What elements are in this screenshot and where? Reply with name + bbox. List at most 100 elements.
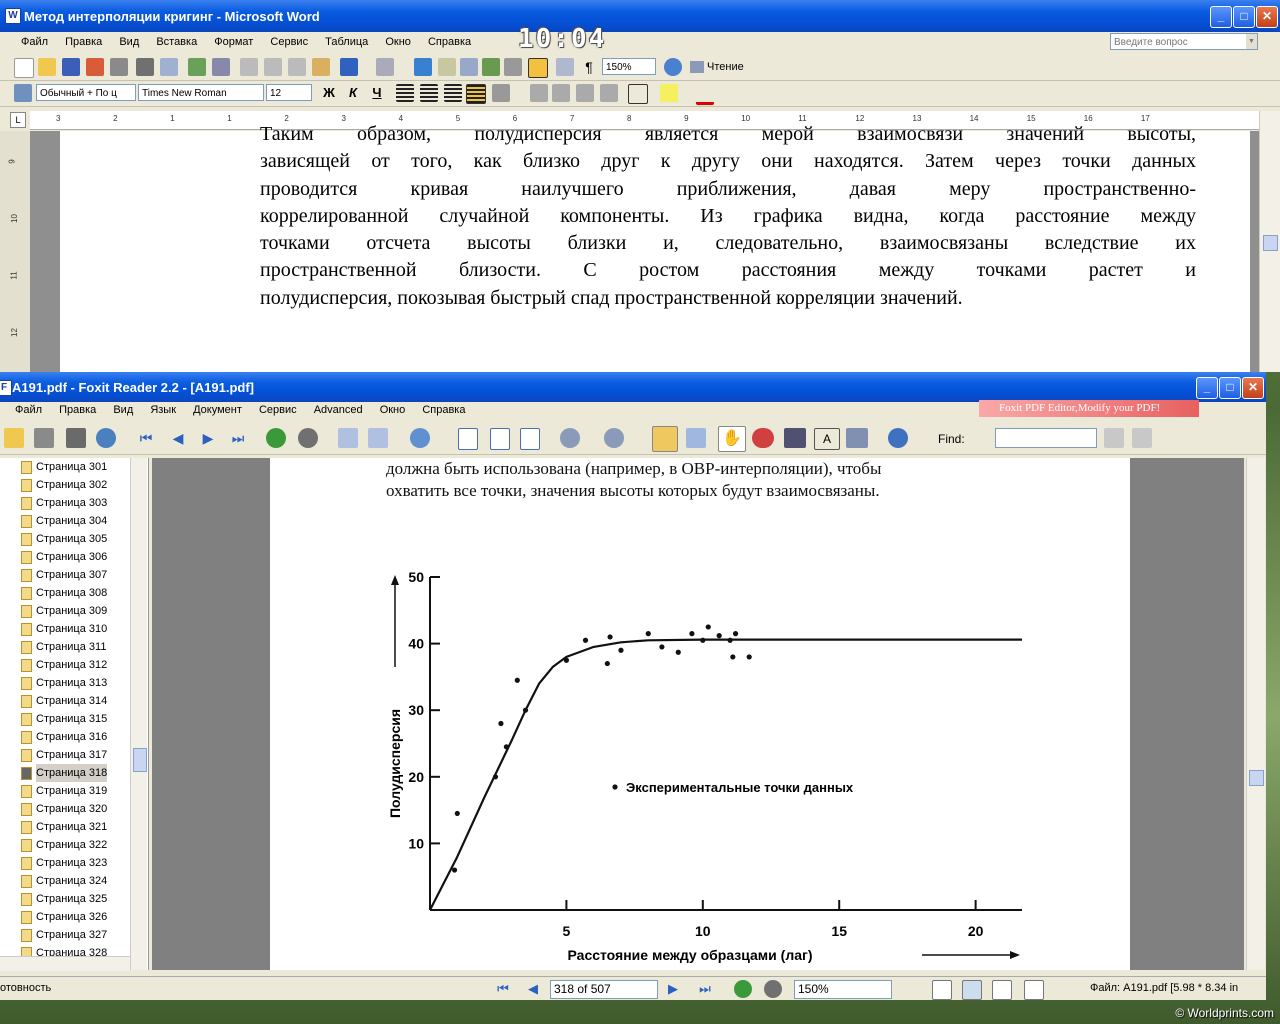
line-spacing-icon[interactable]	[492, 84, 510, 102]
tab-selector-icon[interactable]: L	[10, 112, 26, 128]
loupe-icon[interactable]	[752, 428, 774, 448]
document-map-icon[interactable]	[556, 58, 574, 76]
justify-icon[interactable]	[466, 84, 486, 104]
copy-icon[interactable]	[264, 58, 282, 76]
bookmark-item[interactable]: Страница 310	[21, 620, 107, 638]
bookmark-item[interactable]: Страница 302	[21, 476, 107, 494]
foxit-menu-view[interactable]: Вид	[106, 400, 140, 420]
foxit-menu-help[interactable]: Справка	[415, 400, 472, 420]
menu-window[interactable]: Окно	[378, 32, 418, 52]
foxit-print-icon[interactable]	[66, 428, 86, 448]
find-input[interactable]	[995, 428, 1097, 448]
bookmark-item[interactable]: Страница 313	[21, 674, 107, 692]
word-close-button[interactable]: ✕	[1256, 6, 1278, 28]
text-select-icon[interactable]: A	[814, 428, 840, 450]
menu-file[interactable]: Файл	[14, 32, 55, 52]
prev-page-icon[interactable]: ◀	[168, 428, 188, 448]
first-page-icon[interactable]: ⏮	[136, 428, 156, 448]
align-center-icon[interactable]	[420, 84, 438, 102]
snapshot-icon[interactable]	[686, 428, 706, 448]
help-question-input[interactable]: Введите вопрос ▼	[1110, 33, 1258, 50]
bookmark-item[interactable]: Страница 309	[21, 602, 107, 620]
fit-visible-icon[interactable]	[520, 428, 540, 450]
foxit-menu-file[interactable]: Файл	[8, 400, 49, 420]
bookmark-item[interactable]: Страница 316	[21, 728, 107, 746]
format-painter-icon[interactable]	[312, 58, 330, 76]
decrease-indent-icon[interactable]	[576, 84, 594, 102]
insert-excel-icon[interactable]	[482, 58, 500, 76]
menu-help[interactable]: Справка	[421, 32, 478, 52]
view-cont-facing-icon[interactable]	[1024, 980, 1044, 1000]
menu-format[interactable]: Формат	[207, 32, 260, 52]
research-icon[interactable]	[212, 58, 230, 76]
menu-table[interactable]: Таблица	[318, 32, 375, 52]
foxit-menu-tools[interactable]: Сервис	[252, 400, 304, 420]
bookmark-item[interactable]: Страница 301	[21, 458, 107, 476]
pdf-scroll-thumb[interactable]	[1249, 770, 1264, 786]
highlight-icon[interactable]	[660, 84, 678, 102]
spelling-icon[interactable]	[188, 58, 206, 76]
borders-icon[interactable]	[628, 84, 648, 104]
save-icon[interactable]	[62, 58, 80, 76]
menu-edit[interactable]: Правка	[58, 32, 109, 52]
fit-width-icon[interactable]	[490, 428, 510, 450]
bookmark-item[interactable]: Страница 322	[21, 836, 107, 854]
menu-view[interactable]: Вид	[112, 32, 146, 52]
email-icon[interactable]	[110, 58, 128, 76]
view-continuous-icon[interactable]	[962, 980, 982, 1000]
italic-button[interactable]: К	[344, 84, 362, 102]
camera-icon[interactable]	[846, 428, 868, 448]
bookmark-item[interactable]: Страница 323	[21, 854, 107, 872]
columns-icon[interactable]	[504, 58, 522, 76]
style-select[interactable]: Обычный + По ц	[36, 84, 136, 101]
find-next-icon[interactable]	[1132, 428, 1152, 448]
bookmark-item[interactable]: Страница 305	[21, 530, 107, 548]
zoom-out-icon[interactable]	[560, 428, 580, 448]
bookmark-item[interactable]: Страница 307	[21, 566, 107, 584]
bookmark-item[interactable]: Страница 308	[21, 584, 107, 602]
bookmark-item[interactable]: Страница 311	[21, 638, 106, 656]
redo-icon[interactable]	[376, 58, 394, 76]
page-number-input[interactable]: 318 of 507	[550, 980, 658, 999]
tables-borders-icon[interactable]	[438, 58, 456, 76]
word-titlebar[interactable]: W Метод интерполяции кригинг - Microsoft…	[0, 0, 1280, 32]
styles-pane-icon[interactable]	[14, 84, 32, 102]
font-color-icon[interactable]	[696, 84, 714, 105]
status-zoom-select[interactable]: 150%	[794, 980, 892, 999]
foxit-maximize-button[interactable]: □	[1219, 377, 1241, 399]
word-page[interactable]: Таким образом, полудисперсия является ме…	[60, 123, 1250, 372]
bookmarks-scroll-thumb[interactable]	[133, 748, 147, 772]
word-vertical-scrollbar[interactable]	[1259, 111, 1280, 372]
menu-tools[interactable]: Сервис	[263, 32, 315, 52]
pdf-vertical-scrollbar[interactable]	[1246, 458, 1265, 970]
view-single-icon[interactable]	[932, 980, 952, 1000]
bookmark-item[interactable]: Страница 321	[21, 818, 107, 836]
last-page-icon[interactable]: ⏭	[228, 428, 248, 448]
status-prev-page-icon[interactable]: ◀	[524, 980, 542, 998]
bookmark-item[interactable]: Страница 303	[21, 494, 107, 512]
status-last-page-icon[interactable]: ⏭	[696, 980, 714, 998]
bookmarks-hscrollbar[interactable]	[0, 956, 130, 971]
word-minimize-button[interactable]: _	[1210, 6, 1232, 28]
bookmarks-pane[interactable]: Страница 301 Страница 302 Страница 303 Стра…	[0, 458, 149, 970]
foxit-minimize-button[interactable]: _	[1196, 377, 1218, 399]
foxit-save-icon[interactable]	[34, 428, 54, 448]
bookmark-item[interactable]: Страница 315	[21, 710, 107, 728]
status-next-page-icon[interactable]: ▶	[664, 980, 682, 998]
bookmark-item[interactable]: Страница 327	[21, 926, 107, 944]
foxit-menu-window[interactable]: Окно	[373, 400, 413, 420]
menu-insert[interactable]: Вставка	[149, 32, 204, 52]
copy-page-icon[interactable]	[338, 428, 358, 448]
bookmarks-panel-icon[interactable]	[652, 426, 678, 452]
new-doc-icon[interactable]	[14, 58, 34, 78]
go-back-icon[interactable]	[266, 428, 286, 448]
numbering-icon[interactable]	[530, 84, 548, 102]
increase-indent-icon[interactable]	[600, 84, 618, 102]
paste-icon[interactable]	[288, 58, 306, 76]
word-zoom-select[interactable]: 150%	[602, 58, 656, 75]
align-right-icon[interactable]	[444, 84, 462, 102]
show-formatting-icon[interactable]: ¶	[580, 58, 598, 76]
undo-icon[interactable]	[340, 58, 358, 76]
bookmark-item[interactable]: Страница 326	[21, 908, 107, 926]
status-back-icon[interactable]	[734, 980, 752, 998]
